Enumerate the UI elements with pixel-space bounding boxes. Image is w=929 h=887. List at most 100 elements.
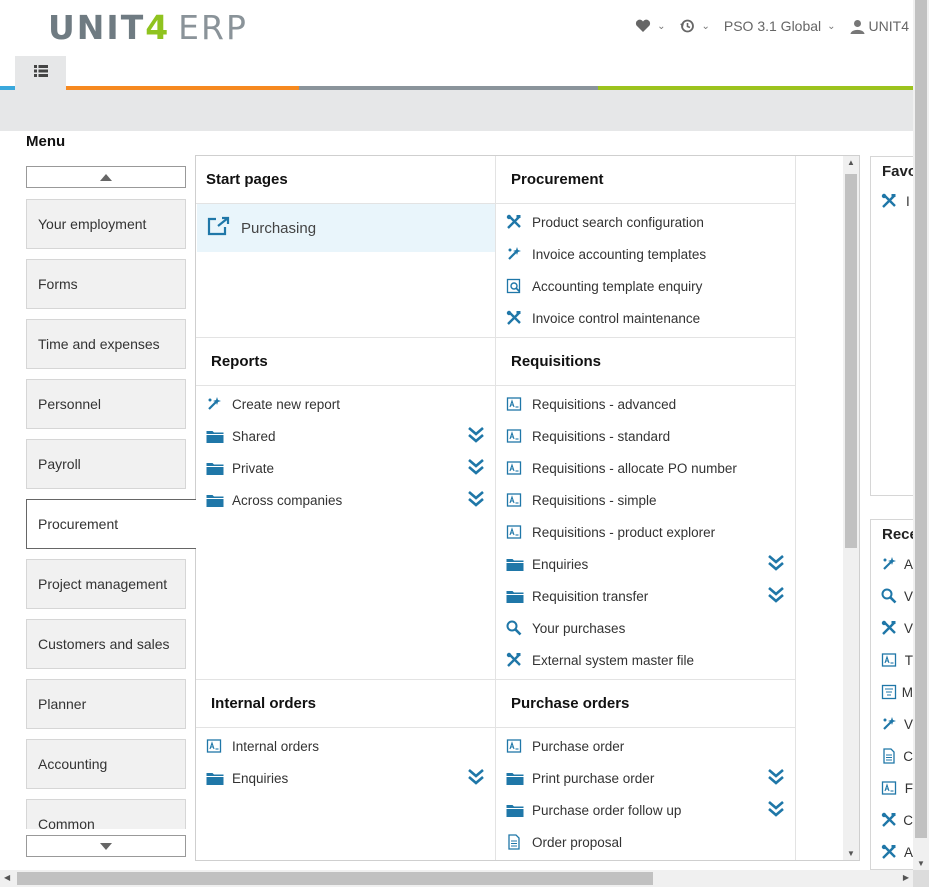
menu-link-accounting-template-enquiry[interactable]: Accounting template enquiry	[506, 275, 702, 297]
start-page-purchasing[interactable]: Purchasing	[197, 204, 495, 252]
company-selector[interactable]: PSO 3.1 Global ⌄	[724, 18, 836, 34]
tools-icon	[881, 620, 904, 636]
expand-double-chevron-icon[interactable]	[467, 768, 485, 786]
menu-link-enquiries[interactable]: Enquiries	[206, 767, 288, 789]
recent-list-item[interactable]: A	[871, 548, 913, 580]
menu-item-planner[interactable]: Planner	[26, 679, 186, 729]
section-title-procurement: Procurement	[496, 156, 795, 204]
panel-scroll-thumb[interactable]	[845, 174, 857, 548]
menu-item-forms[interactable]: Forms	[26, 259, 186, 309]
menu-item-common[interactable]: Common	[26, 799, 186, 829]
favourites-item-label: I	[906, 193, 910, 209]
menu-link-label: Requisitions - advanced	[532, 396, 677, 412]
menu-link-internal-orders[interactable]: Internal orders	[206, 735, 319, 757]
menu-link-label: Print purchase order	[532, 770, 655, 786]
menu-link-across-companies[interactable]: Across companies	[206, 489, 342, 511]
arrow-down-icon	[100, 842, 112, 850]
menu-item-payroll[interactable]: Payroll	[26, 439, 186, 489]
menu-toggle-button[interactable]	[15, 56, 66, 90]
expand-double-chevron-icon[interactable]	[767, 768, 785, 786]
scroll-up-arrow-icon[interactable]: ▲	[847, 158, 855, 167]
scroll-down-arrow-icon[interactable]: ▼	[847, 849, 855, 858]
favourites-menu-button[interactable]: ⌄	[635, 19, 665, 33]
expand-double-chevron-icon[interactable]	[467, 458, 485, 476]
menu-link-purchase-order[interactable]: Purchase order	[506, 735, 624, 757]
menu-link-requisitions-standard[interactable]: Requisitions - standard	[506, 425, 670, 447]
menu-link-label: Requisitions - product explorer	[532, 524, 716, 540]
recent-item-label: M	[901, 684, 913, 700]
form-icon	[506, 492, 532, 508]
folder-icon	[506, 771, 532, 786]
menu-link-product-search-configuration[interactable]: Product search configuration	[506, 211, 704, 233]
expand-double-chevron-icon[interactable]	[767, 586, 785, 604]
form-icon	[506, 396, 532, 412]
favourites-list-item[interactable]: I	[871, 185, 913, 217]
page-vertical-scroll-thumb[interactable]	[915, 0, 927, 838]
recent-list-item[interactable]: F	[871, 772, 913, 804]
menu-link-label: Requisitions - simple	[532, 492, 657, 508]
menu-item-your-employment[interactable]: Your employment	[26, 199, 186, 249]
user-menu[interactable]: UNIT4	[850, 18, 909, 34]
expand-double-chevron-icon[interactable]	[467, 490, 485, 508]
menu-link-requisition-transfer[interactable]: Requisition transfer	[506, 585, 648, 607]
menu-item-procurement[interactable]: Procurement	[26, 499, 196, 549]
folder-icon	[506, 557, 532, 572]
menu-link-private[interactable]: Private	[206, 457, 274, 479]
menu-link-enquiries[interactable]: Enquiries	[506, 553, 588, 575]
menu-item-project-management[interactable]: Project management	[26, 559, 186, 609]
tools-icon	[881, 193, 906, 209]
magic-wand-icon	[881, 716, 904, 732]
menu-link-external-system-master-file[interactable]: External system master file	[506, 649, 694, 671]
recent-list-item[interactable]: C	[871, 804, 913, 836]
scroll-left-arrow-icon[interactable]: ◀	[4, 873, 10, 882]
heart-icon	[635, 19, 651, 33]
recent-list-item[interactable]: V	[871, 612, 913, 644]
unit4-erp-logo[interactable]: UNIT4 ERP	[48, 8, 248, 47]
favourites-panel: Favo I	[870, 156, 913, 496]
recent-list-item[interactable]: V	[871, 708, 913, 740]
magic-wand-icon	[881, 556, 904, 572]
recent-list-item[interactable]: M	[871, 676, 913, 708]
menu-item-accounting[interactable]: Accounting	[26, 739, 186, 789]
user-icon	[850, 19, 865, 34]
page-horizontal-scroll-thumb[interactable]	[17, 872, 653, 885]
menu-link-label: Purchase order follow up	[532, 802, 682, 818]
menu-link-label: Purchase order	[532, 738, 625, 754]
recent-list-item[interactable]: C	[871, 740, 913, 772]
menu-scroll-up-button[interactable]	[26, 166, 186, 188]
page-horizontal-scrollbar[interactable]: ◀ ▶	[0, 870, 913, 887]
form-icon	[881, 780, 905, 796]
menu-link-requisitions-advanced[interactable]: Requisitions - advanced	[506, 393, 676, 415]
menu-link-requisitions-simple[interactable]: Requisitions - simple	[506, 489, 657, 511]
menu-link-create-new-report[interactable]: Create new report	[206, 393, 340, 415]
history-menu-button[interactable]: ⌄	[679, 18, 710, 34]
menu-link-requisitions-product-explorer[interactable]: Requisitions - product explorer	[506, 521, 715, 543]
section-title-purchase-orders: Purchase orders	[496, 680, 795, 728]
list-icon	[33, 64, 48, 82]
logo-digit: 4	[145, 8, 171, 47]
expand-double-chevron-icon[interactable]	[767, 554, 785, 572]
menu-item-time-and-expenses[interactable]: Time and expenses	[26, 319, 186, 369]
menu-link-your-purchases[interactable]: Your purchases	[506, 617, 625, 639]
recent-list-item[interactable]: V	[871, 580, 913, 612]
menu-link-order-proposal[interactable]: Order proposal	[506, 831, 622, 853]
scroll-right-arrow-icon[interactable]: ▶	[903, 873, 909, 882]
menu-link-invoice-control-maintenance[interactable]: Invoice control maintenance	[506, 307, 700, 329]
menu-link-requisitions-allocate-po-number[interactable]: Requisitions - allocate PO number	[506, 457, 737, 479]
section-title-requisitions: Requisitions	[496, 338, 795, 386]
menu-scroll-down-button[interactable]	[26, 835, 186, 857]
menu-link-shared[interactable]: Shared	[206, 425, 276, 447]
form-icon	[506, 428, 532, 444]
menu-item-personnel[interactable]: Personnel	[26, 379, 186, 429]
recent-list-item[interactable]: A	[871, 836, 913, 868]
expand-double-chevron-icon[interactable]	[767, 800, 785, 818]
scroll-down-arrow-icon[interactable]: ▼	[917, 859, 925, 868]
menu-link-purchase-order-follow-up[interactable]: Purchase order follow up	[506, 799, 681, 821]
menu-link-invoice-accounting-templates[interactable]: Invoice accounting templates	[506, 243, 706, 265]
panel-vertical-scrollbar[interactable]: ▲ ▼	[843, 156, 859, 860]
recent-list-item[interactable]: T	[871, 644, 913, 676]
expand-double-chevron-icon[interactable]	[467, 426, 485, 444]
menu-item-customers-and-sales[interactable]: Customers and sales	[26, 619, 186, 669]
page-vertical-scrollbar[interactable]: ▼	[913, 0, 929, 870]
menu-link-print-purchase-order[interactable]: Print purchase order	[506, 767, 654, 789]
